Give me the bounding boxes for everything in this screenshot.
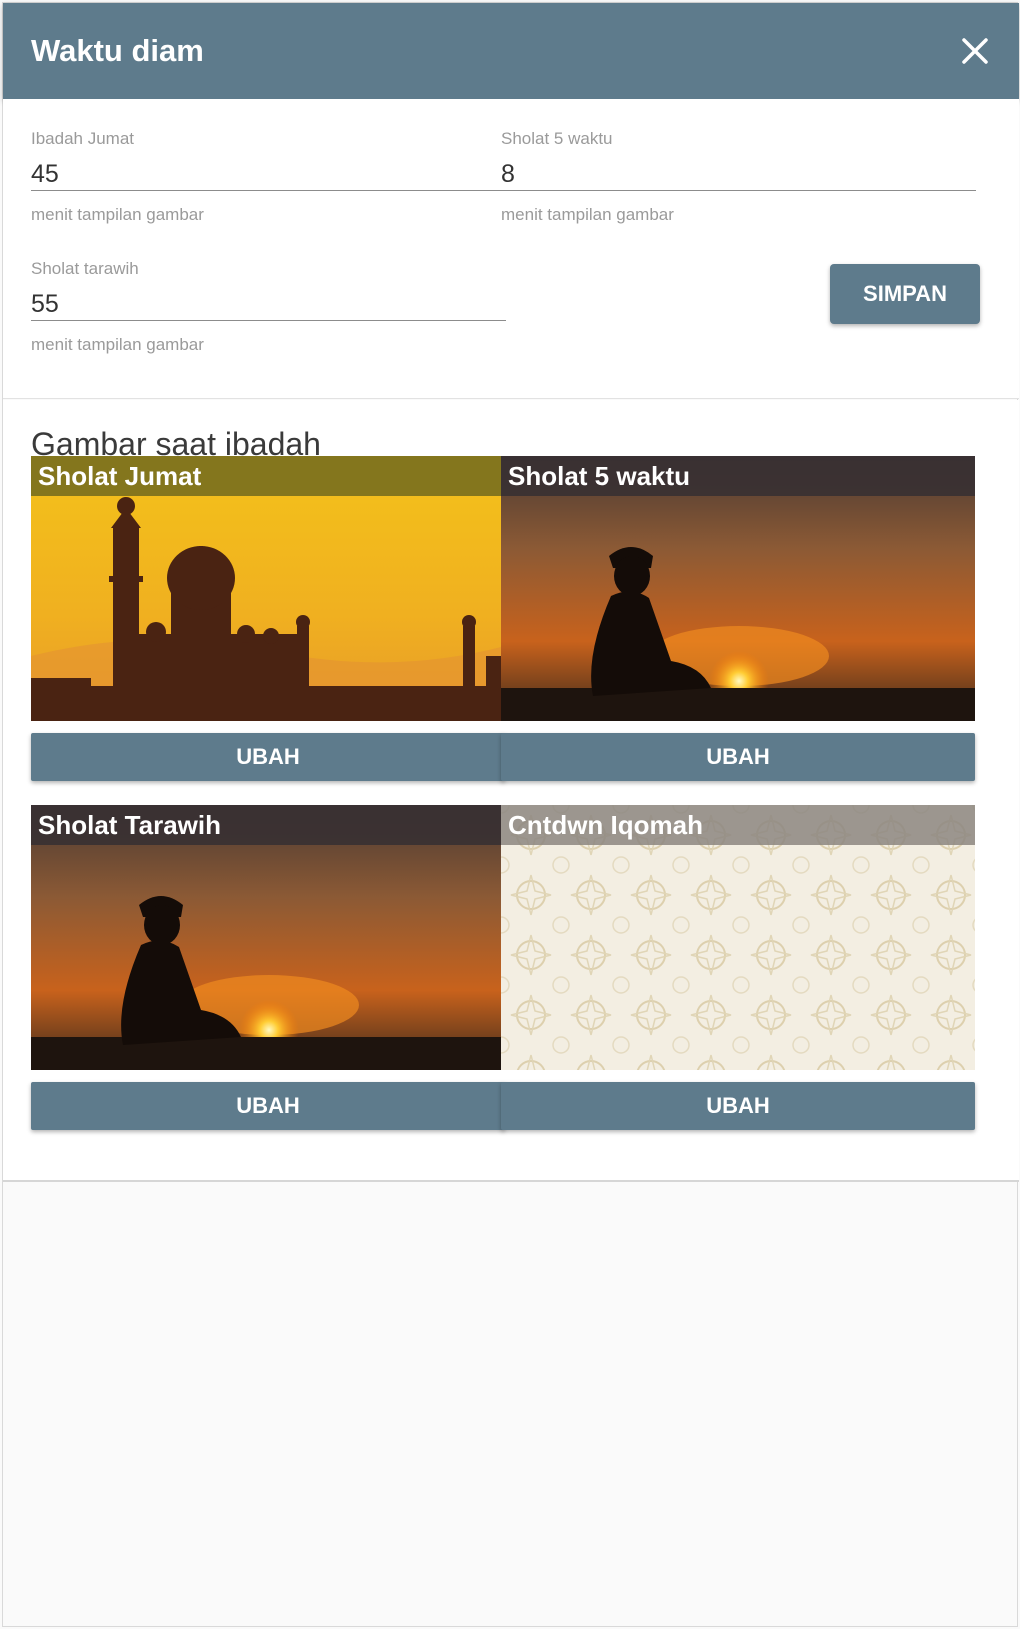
image-card-cntdwn-iqomah: Cntdwn Iqomah UBAH (501, 805, 975, 1130)
image-card-sholat-tarawih: Sholat Tarawih UBAH (31, 805, 505, 1130)
field-hint: menit tampilan gambar (31, 205, 204, 224)
sholat-tarawih-input[interactable] (31, 279, 506, 321)
praying-man-sunset-image: Sholat 5 waktu (501, 456, 975, 721)
card-caption: Cntdwn Iqomah (501, 805, 975, 845)
card-caption: Sholat Tarawih (31, 805, 505, 845)
islamic-pattern-image: Cntdwn Iqomah (501, 805, 975, 1070)
change-image-button-sholat-tarawih[interactable]: UBAH (31, 1082, 505, 1130)
praying-man-sunset-image: Sholat Tarawih (31, 805, 505, 1070)
mosque-silhouette-image: Sholat Jumat (31, 456, 505, 721)
dialog: Waktu diam Ibadah Jumat menit tampilan g… (2, 2, 1019, 1627)
field-label: Sholat 5 waktu (501, 129, 613, 148)
image-card-sholat-5-waktu: Sholat 5 waktu UBAH (501, 456, 975, 781)
duration-form: Ibadah Jumat menit tampilan gambar Shola… (3, 99, 1019, 399)
field-hint: menit tampilan gambar (31, 335, 204, 354)
card-caption: Sholat 5 waktu (501, 456, 975, 496)
image-card-sholat-jumat: Sholat Jumat UBAH (31, 456, 505, 781)
card-caption: Sholat Jumat (31, 456, 505, 496)
field-label: Ibadah Jumat (31, 129, 135, 148)
field-hint: menit tampilan gambar (501, 205, 674, 224)
sholat-5-waktu-input[interactable] (501, 149, 976, 191)
field-ibadah-jumat: Ibadah Jumat menit tampilan gambar (31, 129, 506, 225)
ibadah-jumat-input[interactable] (31, 149, 506, 191)
change-image-button-cntdwn-iqomah[interactable]: UBAH (501, 1082, 975, 1130)
change-image-button-sholat-5-waktu[interactable]: UBAH (501, 733, 975, 781)
dialog-header: Waktu diam (3, 3, 1019, 99)
save-button[interactable]: SIMPAN (830, 264, 980, 324)
field-sholat-5-waktu: Sholat 5 waktu menit tampilan gambar (501, 129, 976, 225)
dialog-title: Waktu diam (31, 33, 204, 68)
change-image-button-sholat-jumat[interactable]: UBAH (31, 733, 505, 781)
close-icon[interactable] (957, 33, 993, 69)
image-gallery: Gambar saat ibadah Sholat Jumat UBAH Sho… (3, 400, 1019, 1182)
field-label: Sholat tarawih (31, 259, 139, 278)
field-sholat-tarawih: Sholat tarawih menit tampilan gambar (31, 259, 506, 355)
